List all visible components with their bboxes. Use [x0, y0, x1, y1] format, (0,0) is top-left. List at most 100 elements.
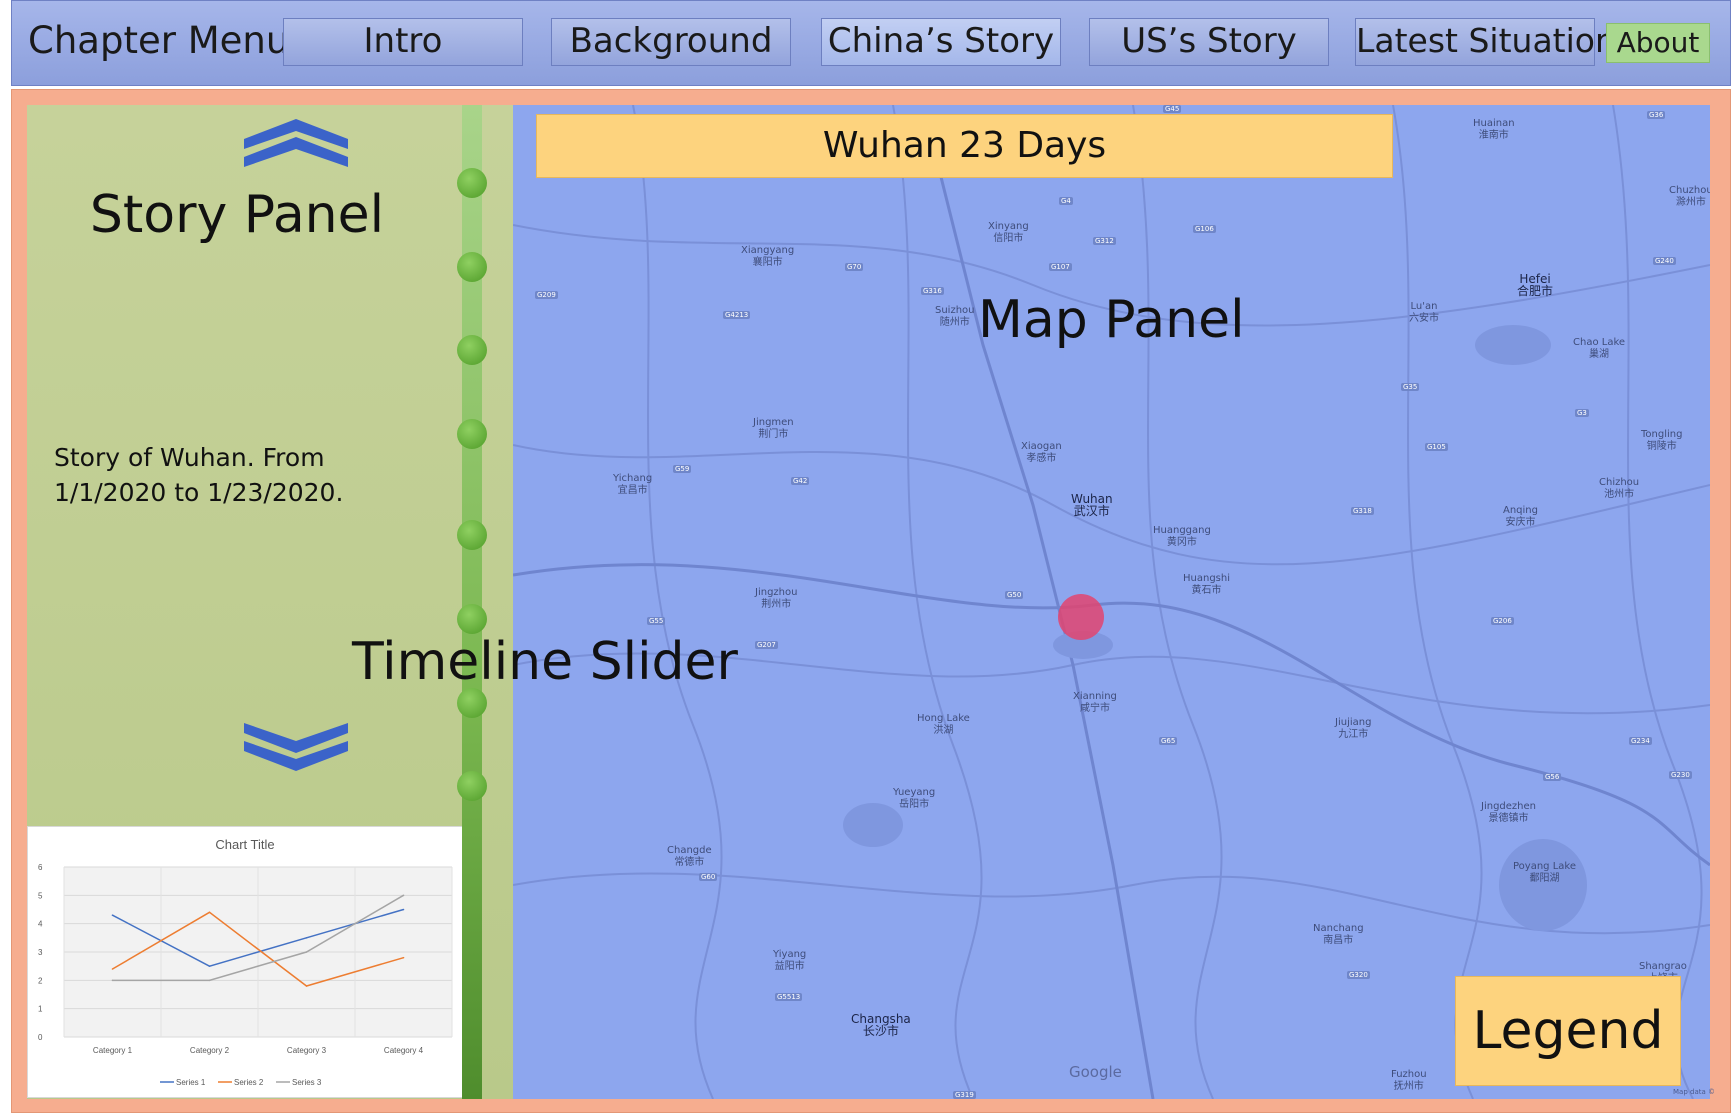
road-badge: G105 [1425, 443, 1448, 451]
menu-background-button[interactable]: Background [551, 18, 791, 66]
google-logo: Google [1069, 1063, 1122, 1081]
chart-y-tick-label: 1 [38, 1005, 43, 1014]
map-roads-layer [513, 105, 1710, 1099]
city-label: Nanchang 南昌市 [1313, 923, 1364, 946]
city-label: Xinyang 信阳市 [988, 221, 1029, 244]
road-badge: G318 [1351, 507, 1374, 515]
map-legend[interactable]: Legend [1455, 976, 1681, 1086]
chart-y-tick-label: 4 [38, 920, 43, 929]
road-badge: G4 [1059, 197, 1073, 205]
timeline-point[interactable] [457, 168, 487, 198]
road-badge: G207 [755, 641, 778, 649]
timeline-point[interactable] [457, 419, 487, 449]
road-badge: G107 [1049, 263, 1072, 271]
city-label: Anqing 安庆市 [1503, 505, 1538, 528]
city-label: Lu'an 六安市 [1409, 301, 1439, 324]
map-panel[interactable]: Huainan 淮南市 Chuzhou 滁州市 Xinyang 信阳市 Xiangya… [513, 105, 1710, 1099]
timeline-point[interactable] [457, 604, 487, 634]
line-chart-card: Chart Title 0 1 2 3 4 5 6 Category 1 Category 2 Ca… [27, 826, 464, 1098]
timeline-point[interactable] [457, 771, 487, 801]
road-badge: G59 [673, 465, 692, 473]
map-panel-title: Map Panel [978, 290, 1245, 350]
city-label: Wuhan 武汉市 [1071, 492, 1113, 518]
city-label: Chuzhou 滁州市 [1669, 185, 1710, 208]
chart-data-point [111, 979, 114, 982]
city-label: Huainan 淮南市 [1473, 118, 1515, 141]
chart-data-point [208, 979, 211, 982]
city-label: Yueyang 岳阳市 [893, 787, 936, 810]
chart-data-point [402, 908, 405, 911]
road-badge: G209 [535, 291, 558, 299]
city-label: Hong Lake 洪湖 [917, 713, 970, 736]
story-text: Story of Wuhan. From 1/1/2020 to 1/23/20… [54, 443, 344, 507]
city-label: Jiujiang 九江市 [1335, 717, 1372, 740]
chart-y-tick-label: 3 [38, 948, 43, 957]
menu-latest-situation-button[interactable]: Latest Situation [1355, 18, 1616, 66]
menu-china-story-button[interactable]: China’s Story [821, 18, 1061, 66]
chart-data-point [111, 914, 114, 916]
chart-data-point [402, 894, 405, 897]
road-badge: G316 [921, 287, 944, 295]
road-badge: G65 [1159, 737, 1178, 745]
city-label: Jingdezhen 景德镇市 [1481, 801, 1536, 824]
map-data-attribution: Map data © [1673, 1088, 1715, 1096]
chart-data-point [208, 911, 211, 914]
chart-data-point [111, 968, 114, 970]
road-badge: G45 [1163, 105, 1182, 113]
chart-y-tick-label: 5 [38, 891, 43, 900]
chart-data-point [305, 937, 308, 939]
wuhan-case-marker[interactable] [1058, 594, 1104, 640]
chart-y-tick-label: 2 [38, 976, 43, 985]
scroll-down-chevron-icon[interactable] [244, 723, 348, 771]
chart-legend-label: Series 2 [234, 1078, 264, 1087]
road-badge: G312 [1093, 237, 1116, 245]
city-label: Tongling 铜陵市 [1641, 429, 1683, 452]
menu-us-story-button[interactable]: US’s Story [1089, 18, 1329, 66]
chart-legend-label: Series 3 [292, 1078, 322, 1087]
road-badge: G240 [1653, 257, 1676, 265]
timeline-point[interactable] [457, 252, 487, 282]
chart-data-point [208, 965, 211, 967]
road-badge: G42 [791, 477, 810, 485]
road-badge: G35 [1401, 383, 1420, 391]
road-badge: G5513 [775, 993, 803, 1001]
chart-data-point [305, 951, 308, 953]
chart-x-tick-label: Category 2 [190, 1046, 230, 1055]
city-label: Xiaogan 孝感市 [1021, 441, 1062, 464]
chapter-menu-title: Chapter Menu [28, 19, 290, 62]
timeline-point[interactable] [457, 520, 487, 550]
city-label: Huangshi 黄石市 [1183, 573, 1230, 596]
story-panel-title: Story Panel [89, 185, 385, 245]
timeline-slider-label: Timeline Slider [352, 632, 738, 692]
road-badge: G206 [1491, 617, 1514, 625]
city-label: Chizhou 池州市 [1599, 477, 1640, 500]
road-badge: G234 [1629, 737, 1652, 745]
chart-title: Chart Title [215, 837, 274, 852]
road-badge: G50 [1005, 591, 1024, 599]
road-badge: G106 [1193, 225, 1216, 233]
city-label: Jingmen 荆门市 [753, 417, 794, 440]
road-badge: G60 [699, 873, 718, 881]
city-label: Changsha 长沙市 [851, 1012, 911, 1038]
timeline-point[interactable] [457, 688, 487, 718]
timeline-point[interactable] [457, 335, 487, 365]
chart-x-tick-label: Category 3 [287, 1046, 327, 1055]
map-banner: Wuhan 23 Days [536, 114, 1393, 178]
road-badge: G4213 [723, 311, 751, 319]
city-label: Poyang Lake 鄱阳湖 [1513, 861, 1576, 884]
chart-y-tick-label: 6 [38, 863, 43, 872]
city-label: Changde 常德市 [667, 845, 712, 868]
city-label: Yichang 宜昌市 [613, 473, 653, 496]
road-badge: G56 [1543, 773, 1562, 781]
city-label: Hefei 合肥市 [1517, 272, 1554, 298]
road-badge: G320 [1347, 971, 1370, 979]
city-label: Fuzhou 抚州市 [1391, 1069, 1427, 1092]
about-button[interactable]: About [1606, 23, 1710, 63]
road-badge: G70 [845, 263, 864, 271]
city-label: Yiyang 益阳市 [773, 949, 807, 972]
road-badge: G319 [953, 1091, 976, 1099]
city-label: Huanggang 黄冈市 [1153, 525, 1211, 548]
scroll-up-chevron-icon[interactable] [244, 119, 348, 167]
menu-intro-button[interactable]: Intro [283, 18, 523, 66]
road-badge: G230 [1669, 771, 1692, 779]
